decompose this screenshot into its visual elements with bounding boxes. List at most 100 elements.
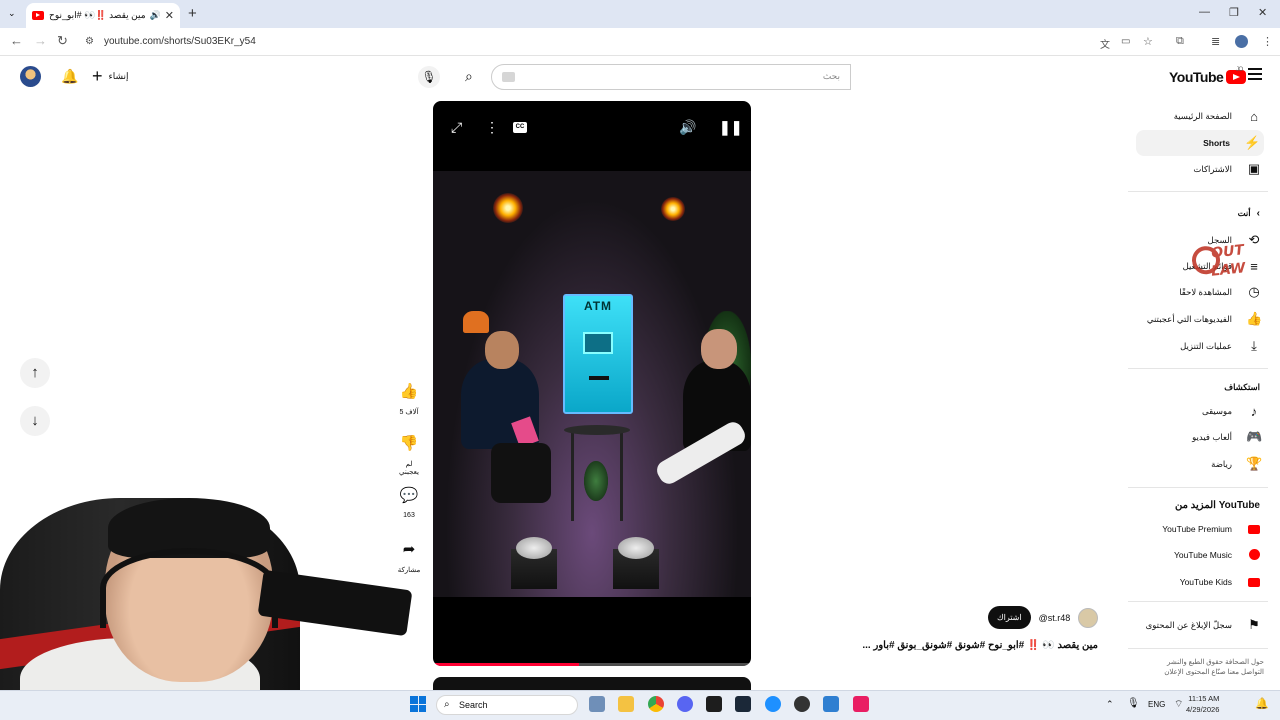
person-left-legs (491, 443, 551, 503)
sidebar-item-subscriptions[interactable]: الاشتراكات ▣ (1193, 156, 1262, 182)
sidebar-item-music[interactable]: موسيقى ♪ (1202, 398, 1262, 424)
chevron-left-icon: ‹ (1256, 207, 1260, 219)
youtube-logo[interactable]: YouTube JO (1169, 67, 1247, 85)
sidebar-item-label: YouTube Music (1174, 550, 1232, 560)
discord-icon[interactable] (677, 696, 693, 712)
progress-bar[interactable] (433, 663, 751, 666)
footer-links-1[interactable]: حول الصحافة حقوق الطبع والنشر (1144, 658, 1264, 668)
sidebar-item-youtube-kids[interactable]: YouTube Kids (1180, 569, 1262, 595)
microphone-tray-icon[interactable]: 🎙 (1127, 698, 1140, 709)
taskbar-clock[interactable]: 11:15 AM 4/29/2026 (1186, 693, 1219, 715)
youtube-premium-icon (1246, 522, 1262, 537)
sidebar-item-sports[interactable]: رياضة 🏆 (1211, 451, 1262, 477)
gaming-icon: 🎮 (1246, 429, 1263, 444)
browser-app-icon[interactable] (765, 696, 781, 712)
youtube-music-icon (1246, 548, 1262, 563)
sidebar-item-gaming[interactable]: ألعاب فيديو 🎮 (1192, 424, 1262, 450)
tab-close-icon[interactable]: ✕ (165, 9, 174, 22)
footer-links-2[interactable]: التواصل معنا صنّاع المحتوى الإعلان (1144, 668, 1264, 678)
shorts-video-player[interactable]: ATM ⤢ ⋮ CC 🔊 ❚❚ (433, 101, 751, 666)
reload-icon[interactable]: ↻ (57, 33, 68, 49)
show-hidden-icons-icon[interactable]: ⌃ (1106, 699, 1114, 710)
capcut-icon[interactable] (706, 696, 722, 712)
task-view-icon[interactable] (589, 696, 605, 712)
voice-search-button[interactable]: 🎙 (418, 66, 440, 88)
sidebar-item-liked-videos[interactable]: الفيديوهات التي أعجبتني 👍 (1147, 306, 1262, 332)
sidebar-item-youtube-premium[interactable]: YouTube Premium (1162, 516, 1262, 542)
browser-tab[interactable]: مين يقصد ‼️👀 #ابو_نوح #شور 🔊 ✕ (26, 3, 180, 28)
back-icon[interactable]: ← (10, 33, 23, 48)
windows-start-icon[interactable] (410, 696, 426, 712)
create-button[interactable]: إنشاء + (92, 66, 129, 87)
account-avatar[interactable] (20, 66, 41, 87)
hamburger-menu-icon[interactable] (1248, 68, 1262, 70)
search-icon: ⌕ (444, 699, 450, 710)
headset (100, 548, 278, 628)
file-explorer-icon[interactable] (618, 696, 634, 712)
search-input[interactable]: بحث (491, 64, 851, 90)
divider (1128, 191, 1268, 192)
extensions-icon[interactable]: ⧉ (1176, 35, 1184, 48)
sidebar-item-youtube-music[interactable]: YouTube Music (1174, 542, 1262, 568)
sidebar-section-you[interactable]: أنت ‹ (1238, 200, 1260, 226)
notifications-bell-icon[interactable]: 🔔 (61, 68, 78, 85)
cast-icon[interactable]: ▭ (1121, 36, 1130, 47)
watch-later-icon: ◷ (1248, 284, 1260, 299)
bookmark-star-icon[interactable]: ☆ (1143, 35, 1153, 48)
sidebar-item-report-history[interactable]: سجلّ الإبلاغ عن المحتوى ⚑ (1146, 612, 1262, 638)
window-close-icon[interactable]: ✕ (1258, 6, 1267, 19)
taskbar-search[interactable]: ⌕ Search (436, 695, 578, 715)
sidebar-item-label: المشاهدة لاحقًا (1179, 286, 1232, 297)
dislike-label: لم يعجبني (399, 461, 419, 476)
small-plant (584, 461, 608, 501)
tab-list-icon[interactable]: ⌄ (8, 8, 16, 19)
site-info-icon[interactable]: ⚙ (85, 36, 94, 47)
translate-icon[interactable]: 文 (1100, 36, 1110, 51)
steam-icon[interactable] (735, 696, 751, 712)
short-caption[interactable]: مين يقصد 👀 ‼️ #ابو_نوح #شونق #شونق_بونق … (862, 640, 1098, 651)
sidebar-item-shorts[interactable]: Shorts ⚡ (1136, 130, 1264, 156)
sidebar-item-watch-later[interactable]: المشاهدة لاحقًا ◷ (1179, 279, 1262, 305)
subscribe-button[interactable]: اشتراك (988, 606, 1031, 629)
notification-icon[interactable]: 🔔 (1255, 697, 1269, 710)
atm-screen (583, 332, 613, 354)
channel-handle[interactable]: @st.r48 (1039, 613, 1071, 623)
minimize-icon[interactable]: — (1199, 6, 1210, 18)
next-short-button[interactable]: ↓ (20, 406, 50, 436)
previous-short-button[interactable]: ↑ (20, 358, 50, 388)
maximize-icon[interactable]: ❐ (1229, 6, 1239, 19)
divider (1128, 648, 1268, 649)
download-icon: ⤓ (1251, 338, 1257, 353)
dislike-button[interactable]: 👎 لم يعجبني (396, 434, 422, 476)
obs-icon[interactable] (794, 696, 810, 712)
streamer-logo-watermark: OUT LAW (1190, 232, 1264, 285)
country-code: JO (1236, 67, 1243, 73)
sidebar-item-downloads[interactable]: عمليات التنزيل ⤓ (1180, 333, 1262, 359)
captions-icon[interactable]: CC (513, 122, 527, 133)
profile-avatar-icon[interactable] (1235, 35, 1248, 48)
audio-playing-icon[interactable]: 🔊 (150, 10, 161, 21)
more-options-icon[interactable]: ⋮ (485, 119, 499, 136)
fullscreen-icon[interactable]: ⤢ (451, 119, 462, 136)
home-icon: ⌂ (1250, 108, 1258, 124)
language-indicator[interactable]: ENG (1148, 700, 1165, 709)
app-icon[interactable] (853, 696, 869, 712)
like-button[interactable]: 👍 5 آلاف (396, 382, 422, 416)
youtube-favicon-icon (32, 11, 44, 20)
wifi-icon[interactable]: ⌔ (1174, 698, 1183, 711)
forward-icon[interactable]: → (34, 33, 47, 48)
sidebar-item-label: سجلّ الإبلاغ عن المحتوى (1145, 619, 1232, 630)
sidebar-item-label: موسيقى (1201, 405, 1232, 416)
chrome-icon[interactable] (648, 696, 664, 712)
search-icon[interactable]: ⌕ (465, 68, 473, 85)
browser-menu-icon[interactable]: ⋮ (1262, 35, 1273, 48)
media-controls-icon[interactable]: ≣ (1211, 35, 1220, 48)
keyboard-icon[interactable] (502, 72, 515, 82)
url-field[interactable]: youtube.com/shorts/Su03EKr_y54 (104, 36, 256, 47)
volume-icon[interactable]: 🔊 (679, 119, 696, 136)
pause-icon[interactable]: ❚❚ (719, 119, 742, 136)
new-tab-button[interactable]: + (188, 5, 197, 22)
photos-icon[interactable] (823, 696, 839, 712)
sidebar-item-home[interactable]: الصفحة الرئيسية ⌂ (1174, 103, 1262, 129)
channel-avatar[interactable] (1078, 607, 1099, 628)
